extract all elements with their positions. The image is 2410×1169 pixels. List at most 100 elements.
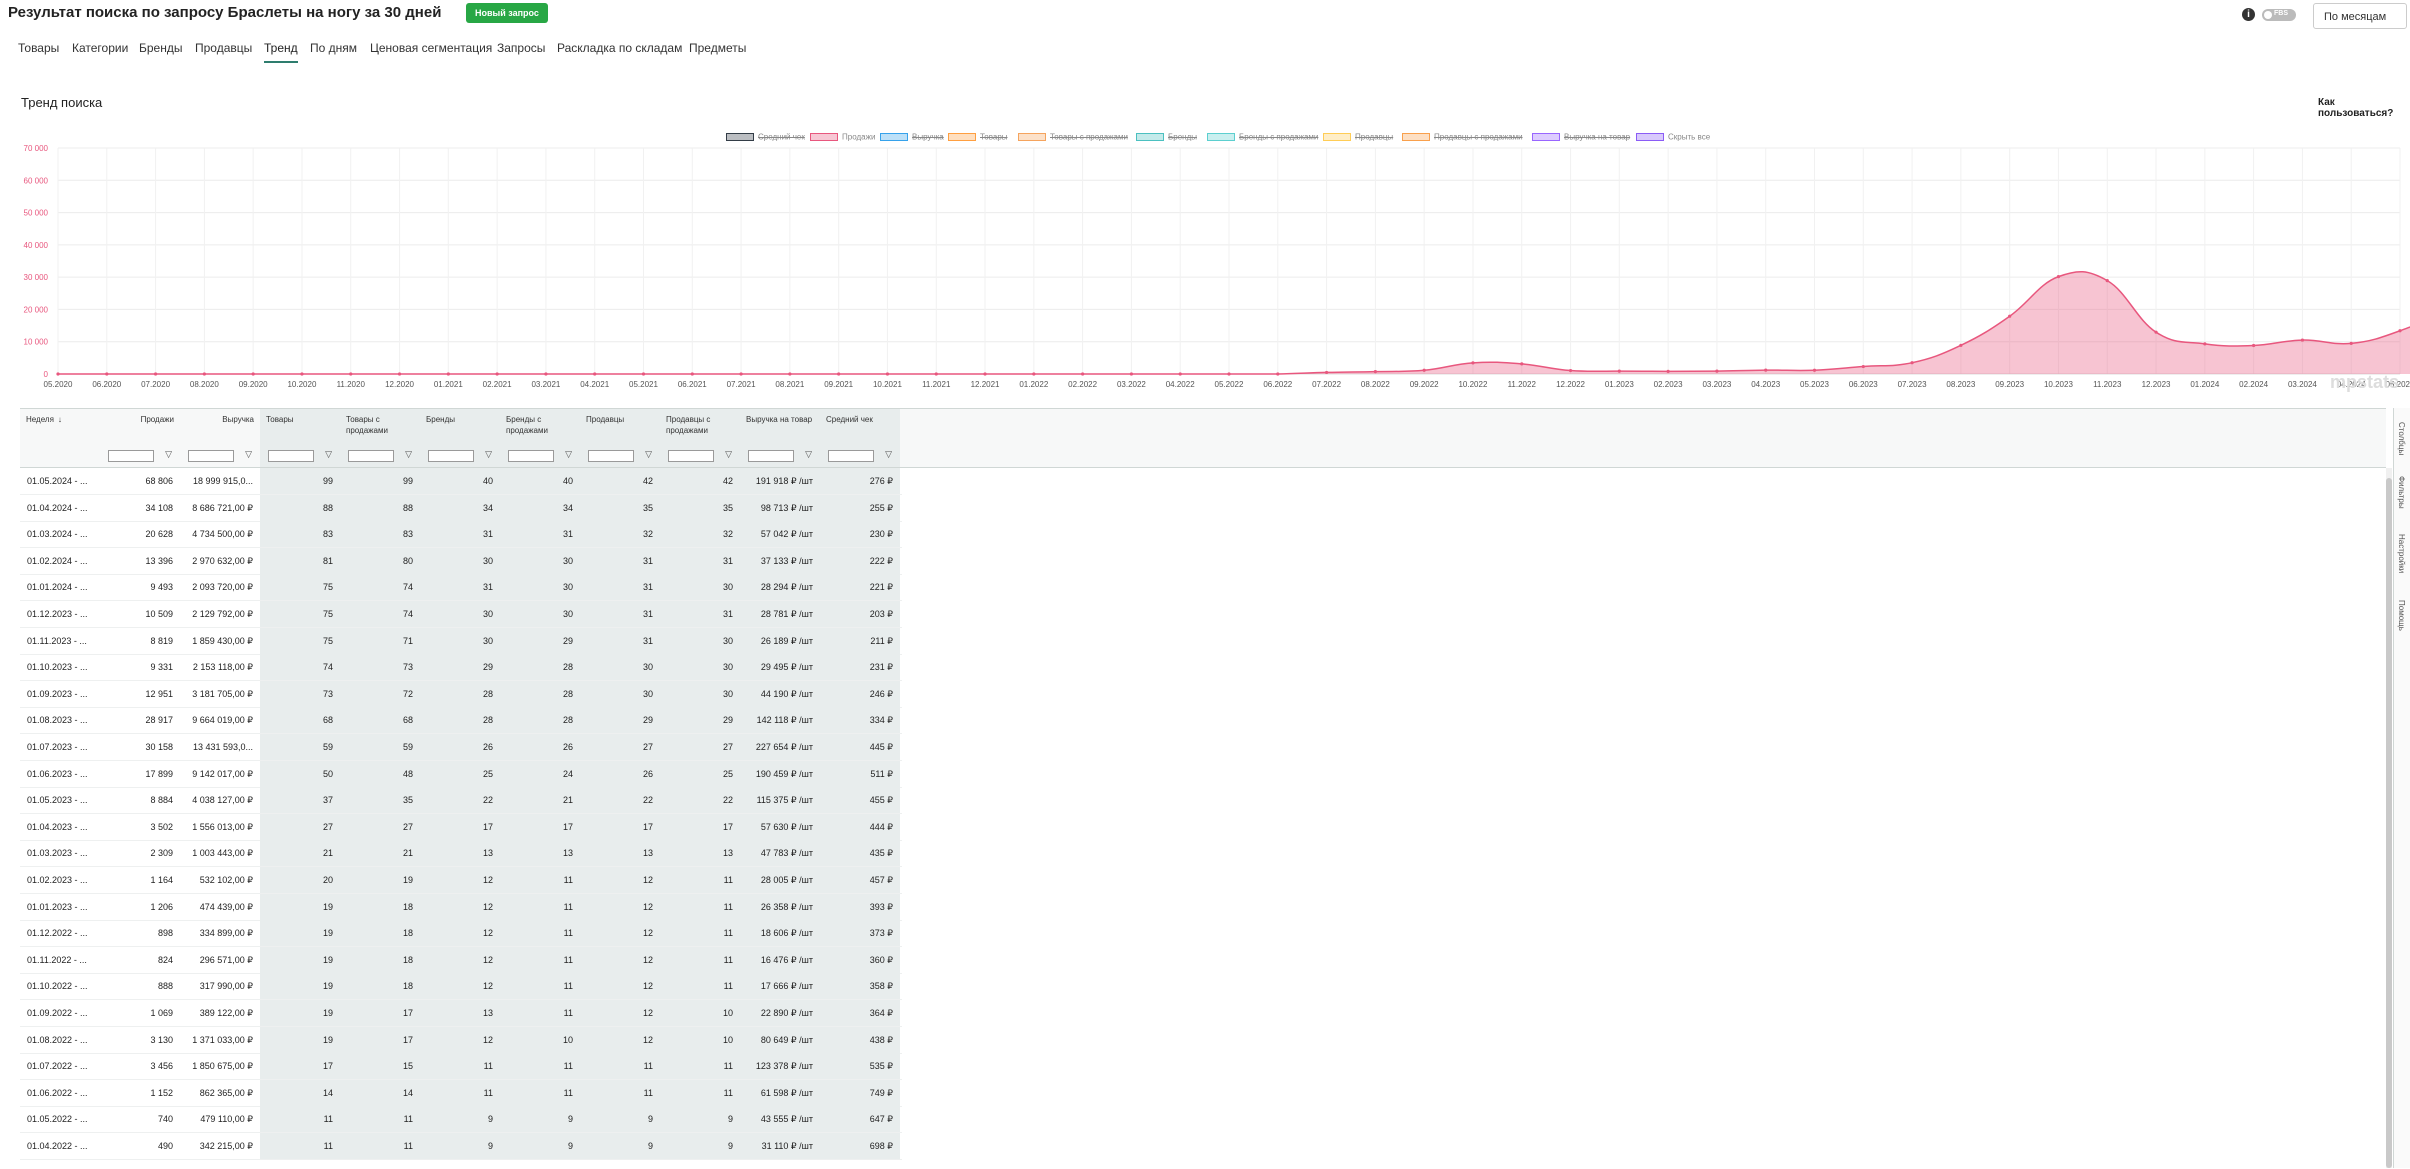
table-cell: 80 649 ₽ /шт: [740, 1026, 820, 1053]
table-cell: 16 476 ₽ /шт: [740, 946, 820, 973]
filter-icon[interactable]: ▽: [485, 449, 492, 460]
table-cell: 342 215,00 ₽: [199, 1141, 253, 1151]
scrollbar-thumb[interactable]: [2386, 478, 2392, 1168]
table-row[interactable]: 01.05.2023 - ... 8 884 4 038 127,00 ₽37 35 2…: [20, 787, 902, 815]
filter-input[interactable]: [268, 450, 314, 462]
filter-icon[interactable]: ▽: [565, 449, 572, 460]
column-header[interactable]: Выручка: [180, 409, 260, 443]
table-cell: 9: [500, 1106, 580, 1133]
filter-input[interactable]: [348, 450, 394, 462]
table-row[interactable]: 01.11.2023 - ... 8 819 1 859 430,00 ₽75 71 3…: [20, 627, 902, 655]
table-cell: 12: [420, 1026, 500, 1053]
filter-icon[interactable]: ▽: [805, 449, 812, 460]
table-row[interactable]: 01.12.2023 - ... 10 509 2 129 792,00 ₽ 75 74…: [20, 601, 902, 628]
side-tab-columns[interactable]: Столбцы: [2397, 422, 2406, 455]
table-cell: 9: [660, 1106, 740, 1133]
info-icon[interactable]: i: [2242, 8, 2255, 21]
filter-icon[interactable]: ▽: [245, 449, 252, 460]
side-tab-settings[interactable]: Настройки: [2397, 534, 2406, 573]
vertical-scrollbar[interactable]: [2386, 468, 2392, 1168]
table-cell: 3 130: [150, 1034, 173, 1045]
table-cell: 40: [500, 468, 580, 494]
table-row[interactable]: 01.06.2023 - ... 17 899 9 142 017,00 ₽ 50 48…: [20, 760, 902, 788]
table-row[interactable]: 01.07.2022 - ... 3 456 1 850 675,00 ₽17 15 1…: [20, 1053, 902, 1081]
tab-brands[interactable]: Бренды: [139, 36, 182, 61]
data-point: [2349, 341, 2353, 345]
table-row[interactable]: 01.07.2023 - ... 30 158 13 431 593,0... 59 5…: [20, 734, 902, 761]
table-row[interactable]: 01.05.2024 - ... 68 806 18 999 915,0... 99 9…: [20, 468, 902, 495]
tab-warehouses[interactable]: Раскладка по складам: [557, 36, 682, 61]
table-cell: 1 152: [150, 1087, 173, 1098]
table-cell: 358 ₽: [820, 973, 900, 1000]
filter-input[interactable]: [428, 450, 474, 462]
filter-icon[interactable]: ▽: [325, 449, 332, 460]
table-row[interactable]: 01.03.2023 - ... 2 309 1 003 443,00 ₽21 21 1…: [20, 840, 902, 868]
tab-price-segmentation[interactable]: Ценовая сегментация: [370, 36, 492, 61]
sort-arrow-icon[interactable]: ↓: [58, 415, 62, 424]
column-header[interactable]: Выручка на товар: [740, 409, 820, 443]
side-tab-help[interactable]: Помощь: [2397, 600, 2406, 631]
filter-icon[interactable]: ▽: [885, 449, 892, 460]
filter-input[interactable]: [108, 450, 154, 462]
filter-input[interactable]: [668, 450, 714, 462]
column-header[interactable]: Товары с продажами: [340, 409, 420, 443]
table-cell: 12: [420, 893, 500, 920]
filter-input[interactable]: [508, 450, 554, 462]
table-row[interactable]: 01.12.2022 - ... 898 334 899,00 ₽19 18 12 11 1…: [20, 920, 902, 948]
table-row[interactable]: 01.10.2022 - ... 888 317 990,00 ₽19 18 12 11 1…: [20, 973, 902, 1001]
filter-input[interactable]: [188, 450, 234, 462]
table-cell: 19: [260, 1000, 340, 1026]
tab-sellers[interactable]: Продавцы: [195, 36, 252, 61]
column-header[interactable]: Средний чек: [820, 409, 900, 443]
table-row[interactable]: 01.01.2024 - ... 9 493 2 093 720,00 ₽75 74 3…: [20, 574, 902, 602]
table-row[interactable]: 01.04.2022 - ... 490 342 215,00 ₽11 11 9 9 9 9 3…: [20, 1133, 902, 1160]
filter-input[interactable]: [828, 450, 874, 462]
table-cell: 14: [260, 1079, 340, 1106]
tab-by-days[interactable]: По дням: [310, 36, 357, 61]
table-row[interactable]: 01.11.2022 - ... 824 296 571,00 ₽19 18 12 11 1…: [20, 946, 902, 974]
filter-icon[interactable]: ▽: [165, 449, 172, 460]
filter-icon[interactable]: ▽: [725, 449, 732, 460]
table-row[interactable]: 01.05.2022 - ... 740 479 110,00 ₽11 11 9 9 9 9 4…: [20, 1106, 902, 1134]
filter-icon[interactable]: ▽: [405, 449, 412, 460]
column-header[interactable]: Продавцы: [580, 409, 660, 443]
table-row[interactable]: 01.09.2022 - ... 1 069 389 122,00 ₽19 17 13 1…: [20, 1000, 902, 1027]
x-tick-label: 05.2022: [1215, 380, 1244, 389]
howto-link[interactable]: Как пользоваться?: [2318, 97, 2410, 119]
side-tab-filters[interactable]: Фильтры: [2397, 476, 2406, 509]
column-header[interactable]: Продажи: [100, 409, 180, 443]
tab-subjects[interactable]: Предметы: [689, 36, 746, 61]
column-header[interactable]: Продавцы с продажами: [660, 409, 740, 443]
table-row[interactable]: 01.08.2023 - ... 28 917 9 664 019,00 ₽ 68 68…: [20, 707, 902, 735]
table-row[interactable]: 01.03.2024 - ... 20 628 4 734 500,00 ₽ 83 83…: [20, 521, 902, 549]
table-row[interactable]: 01.06.2022 - ... 1 152 862 365,00 ₽14 14 11 1…: [20, 1079, 902, 1107]
table-row[interactable]: 01.09.2023 - ... 12 951 3 181 705,00 ₽ 73 72…: [20, 680, 902, 708]
fbs-toggle[interactable]: FBS: [2262, 9, 2296, 21]
column-header[interactable]: Бренды: [420, 409, 500, 443]
new-request-button[interactable]: Новый запрос: [466, 3, 548, 23]
table-cell: 231 ₽: [820, 654, 900, 681]
table-row[interactable]: 01.04.2023 - ... 3 502 1 556 013,00 ₽27 27 1…: [20, 813, 902, 841]
tab-trend[interactable]: Тренд: [264, 36, 298, 63]
table-row[interactable]: 01.02.2024 - ... 13 396 2 970 632,00 ₽ 81 80…: [20, 547, 902, 575]
period-select[interactable]: По месяцам: [2313, 3, 2407, 29]
filter-input[interactable]: [748, 450, 794, 462]
column-header[interactable]: Бренды с продажами: [500, 409, 580, 443]
tab-products[interactable]: Товары: [18, 36, 59, 61]
filter-input[interactable]: [588, 450, 634, 462]
table-cell: 1 859 430,00 ₽: [192, 635, 253, 646]
table-row[interactable]: 01.08.2022 - ... 3 130 1 371 033,00 ₽19 17 1…: [20, 1026, 902, 1054]
table-row[interactable]: 01.10.2023 - ... 9 331 2 153 118,00 ₽74 73 2…: [20, 654, 902, 682]
table-row[interactable]: 01.02.2023 - ... 1 164 532 102,00 ₽20 19 12 1…: [20, 867, 902, 894]
column-header[interactable]: Товары: [260, 409, 340, 443]
tab-queries[interactable]: Запросы: [497, 36, 545, 61]
column-header[interactable]: Неделя ↓: [20, 409, 100, 443]
table-cell: 59: [340, 734, 420, 760]
table-row[interactable]: 01.01.2023 - ... 1 206 474 439,00 ₽19 18 12 1…: [20, 893, 902, 921]
table-cell: 2 970 632,00 ₽: [192, 555, 253, 566]
x-tick-label: 01.2021: [434, 380, 463, 389]
tab-categories[interactable]: Категории: [72, 36, 128, 61]
table-row[interactable]: 01.04.2024 - ... 34 108 8 686 721,00 ₽ 88 88…: [20, 494, 902, 522]
filter-icon[interactable]: ▽: [645, 449, 652, 460]
data-point: [690, 372, 694, 376]
